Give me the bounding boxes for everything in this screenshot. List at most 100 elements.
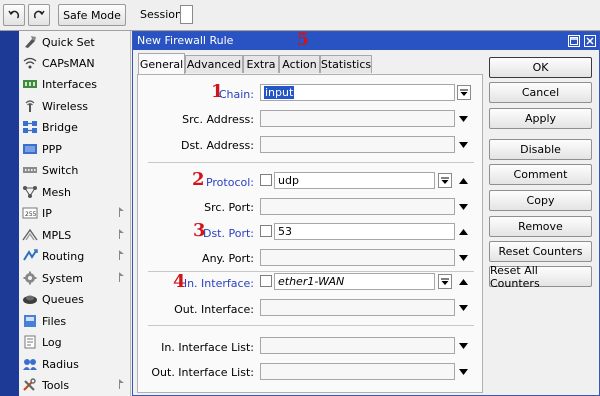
- out-interface-field[interactable]: [260, 299, 455, 316]
- reset-counters-button[interactable]: Reset Counters: [489, 241, 592, 262]
- dst-port-negate-checkbox[interactable]: [260, 225, 272, 237]
- sidebar-item-system[interactable]: System: [19, 268, 131, 288]
- expand-arrow-icon[interactable]: [459, 204, 468, 210]
- quick-set-icon: [22, 35, 38, 49]
- collapse-arrow-icon[interactable]: [459, 229, 468, 235]
- expand-arrow-icon[interactable]: [459, 142, 468, 148]
- sidebar-item-label: Quick Set: [42, 35, 95, 49]
- tab-general[interactable]: General: [138, 53, 185, 74]
- protocol-dropdown-button[interactable]: [438, 173, 452, 188]
- out-interface-list-field[interactable]: [260, 363, 455, 380]
- in-interface-dropdown-button[interactable]: [438, 274, 452, 289]
- expand-arrow-icon[interactable]: [459, 305, 468, 311]
- redo-icon: [33, 10, 45, 19]
- submenu-arrow-icon: [119, 250, 124, 260]
- session-field[interactable]: [180, 5, 193, 24]
- src-port-field[interactable]: [260, 198, 455, 215]
- sidebar-item-label: Files: [42, 314, 67, 328]
- chain-value: input: [264, 86, 295, 99]
- separator: [148, 325, 474, 326]
- close-icon: [586, 37, 594, 45]
- sidebar-item-queues[interactable]: Queues: [19, 289, 131, 309]
- ok-button[interactable]: OK: [489, 57, 592, 78]
- sidebar-item-mesh[interactable]: Mesh: [19, 182, 131, 202]
- sidebar-item-tools[interactable]: Tools: [19, 375, 131, 395]
- separator: [148, 271, 474, 272]
- submenu-arrow-icon: [119, 272, 124, 282]
- sidebar-item-label: Mesh: [42, 185, 71, 199]
- submenu-arrow-icon: [119, 379, 124, 389]
- sidebar-item-label: Bridge: [42, 120, 78, 134]
- in-interface-label: In. Interface:: [183, 277, 254, 290]
- sidebar-item-quick-set[interactable]: Quick Set: [19, 32, 131, 52]
- disable-button[interactable]: Disable: [489, 139, 592, 160]
- sidebar-item-bridge[interactable]: Bridge: [19, 117, 131, 137]
- sidebar-item-wireless[interactable]: Wireless: [19, 96, 131, 116]
- redo-button[interactable]: [28, 4, 50, 26]
- src-port-label: Src. Port:: [204, 201, 254, 214]
- in-interface-negate-checkbox[interactable]: [260, 275, 272, 287]
- chain-label: Chain:: [218, 88, 254, 101]
- expand-arrow-icon[interactable]: [459, 343, 468, 349]
- dropdown-icon: [460, 89, 468, 96]
- expand-arrow-icon[interactable]: [459, 369, 468, 375]
- sidebar-item-log[interactable]: Log: [19, 332, 131, 352]
- in-interface-list-field[interactable]: [260, 337, 455, 354]
- sidebar-item-label: Wireless: [42, 99, 89, 113]
- close-button[interactable]: [584, 35, 596, 47]
- comment-button[interactable]: Comment: [489, 164, 592, 185]
- maximize-button[interactable]: [568, 35, 580, 47]
- top-toolbar: Safe Mode Session:: [0, 0, 600, 31]
- tab-statistics[interactable]: Statistics: [320, 55, 372, 73]
- expand-arrow-icon[interactable]: [459, 255, 468, 261]
- reset-all-counters-button[interactable]: Reset All Counters: [489, 264, 592, 290]
- log-icon: [22, 335, 38, 349]
- sidebar-item-routing[interactable]: Routing: [19, 246, 131, 266]
- collapse-arrow-icon[interactable]: [459, 178, 468, 184]
- sidebar-item-interfaces[interactable]: Interfaces: [19, 74, 131, 94]
- in-interface-field[interactable]: ether1-WAN: [274, 273, 435, 290]
- copy-button[interactable]: Copy: [489, 190, 592, 211]
- switch-icon: [22, 163, 38, 177]
- src-address-field[interactable]: [260, 110, 455, 127]
- sidebar-item-mpls[interactable]: MPLS: [19, 225, 131, 245]
- expand-arrow-icon[interactable]: [459, 116, 468, 122]
- tab-advanced[interactable]: Advanced: [185, 55, 243, 73]
- chain-dropdown-button[interactable]: [457, 85, 471, 100]
- submenu-arrow-icon: [119, 207, 124, 217]
- tab-extra[interactable]: Extra: [243, 55, 279, 73]
- src-address-label: Src. Address:: [182, 113, 254, 126]
- sidebar-item-label: Switch: [42, 163, 79, 177]
- sidebar-item-capsman[interactable]: CAPsMAN: [19, 53, 131, 73]
- sidebar-item-label: MPLS: [42, 228, 72, 242]
- safe-mode-button[interactable]: Safe Mode: [58, 4, 126, 26]
- apply-button[interactable]: Apply: [489, 108, 592, 129]
- sidebar-item-files[interactable]: Files: [19, 311, 131, 331]
- chain-field[interactable]: input: [260, 84, 455, 101]
- dropdown-icon: [441, 177, 449, 184]
- cancel-button[interactable]: Cancel: [489, 82, 592, 103]
- annotation-5: 5: [297, 30, 309, 50]
- ppp-icon: [22, 142, 38, 156]
- remove-button[interactable]: Remove: [489, 216, 592, 237]
- any-port-label: Any. Port:: [202, 252, 254, 265]
- sidebar-item-switch[interactable]: Switch: [19, 160, 131, 180]
- collapse-arrow-icon[interactable]: [459, 279, 468, 285]
- dialog-titlebar[interactable]: New Firewall Rule 5: [133, 30, 599, 50]
- protocol-label: Protocol:: [205, 176, 254, 189]
- sidebar-item-ip[interactable]: 255 IP: [19, 203, 131, 223]
- submenu-arrow-icon: [119, 229, 124, 239]
- sidebar-item-label: System: [42, 271, 84, 285]
- protocol-negate-checkbox[interactable]: [260, 174, 272, 186]
- tab-action[interactable]: Action: [279, 55, 320, 73]
- mpls-icon: [22, 228, 38, 242]
- winbox-side-strip: [0, 31, 19, 396]
- any-port-field[interactable]: [260, 249, 455, 266]
- undo-icon: [8, 10, 20, 19]
- sidebar-item-ppp[interactable]: PPP: [19, 139, 131, 159]
- dst-port-field[interactable]: 53: [274, 223, 455, 240]
- sidebar-item-radius[interactable]: Radius: [19, 354, 131, 374]
- protocol-field[interactable]: udp: [274, 172, 435, 189]
- undo-button[interactable]: [3, 4, 25, 26]
- dst-address-field[interactable]: [260, 136, 455, 153]
